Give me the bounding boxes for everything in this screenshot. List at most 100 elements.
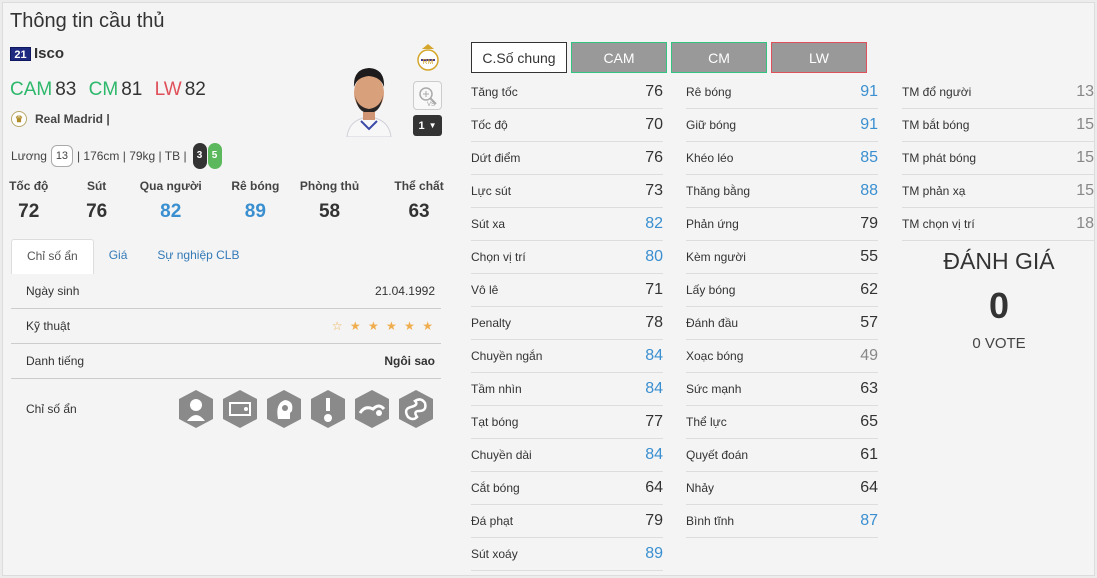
strong-foot: 5 <box>207 143 222 169</box>
main-stat-value: 58 <box>318 201 341 222</box>
name-row: 21 Isco <box>10 45 64 62</box>
compare-vs-icon: VS <box>418 86 437 107</box>
trait-icon[interactable] <box>265 389 303 429</box>
stat-value: 62 <box>860 281 878 298</box>
stat-label: Tốc độ <box>471 118 508 132</box>
season-badge: 21 <box>10 46 31 61</box>
stat-value: 64 <box>860 479 878 496</box>
position-label: CAM <box>10 79 53 100</box>
stat-label: Dứt điểm <box>471 151 521 165</box>
main-stat-value: 72 <box>18 201 40 222</box>
stat-label: Chuyền ngắn <box>471 349 543 363</box>
position-ovr: 82 <box>184 79 206 100</box>
stat-label: Sức mạnh <box>686 382 742 396</box>
tab-hidden-stats[interactable]: Chỉ số ẩn <box>11 239 94 274</box>
stat-row: Quyết đoán 61 <box>686 439 878 472</box>
stat-label: Xoạc bóng <box>686 349 744 363</box>
stat-row: Nhảy 64 <box>686 472 878 505</box>
stat-value: 80 <box>645 248 663 265</box>
stat-label: TM phát bóng <box>902 151 977 165</box>
stat-row: Penalty 78 <box>471 307 663 340</box>
stat-row: Lực sút 73 <box>471 175 663 208</box>
svg-text:VS: VS <box>427 102 435 107</box>
stat-value: 15 <box>1076 182 1094 199</box>
stat-value: 73 <box>645 182 663 199</box>
main-stat-ballcontrol: Rê bóng 89 <box>203 179 292 223</box>
stats-column-2: Rê bóng 91 Giữ bóng 91 Khéo léo 85 Thăng bằng 8… <box>686 76 878 538</box>
stat-value: 76 <box>645 83 663 100</box>
trait-icon[interactable] <box>309 389 347 429</box>
birth-label: Ngày sinh <box>26 284 80 298</box>
club-row: ♛ Real Madrid | <box>11 111 110 127</box>
stat-label: Kèm người <box>686 250 746 264</box>
stat-row: Rê bóng 91 <box>686 76 878 109</box>
position-ratings: CAM 83 CM 81 LW 82 <box>10 79 213 101</box>
hidden-traits-label: Chỉ số ẩn <box>26 402 77 416</box>
stat-label: Penalty <box>471 316 512 330</box>
tab-lw[interactable]: LW <box>771 42 867 73</box>
stat-row: Sức mạnh 63 <box>686 373 878 406</box>
physical-info: | 176cm | 79kg | TB | <box>76 149 187 163</box>
stat-label: Cắt bóng <box>471 481 520 495</box>
stat-row: Dứt điểm 76 <box>471 142 663 175</box>
page-title: Thông tin cầu thủ <box>10 10 165 32</box>
skill-label: Kỹ thuật <box>26 319 71 333</box>
trait-icon[interactable] <box>221 389 259 429</box>
stat-value: 15 <box>1076 149 1094 166</box>
trait-icon[interactable] <box>397 389 435 429</box>
detail-tab-body: Ngày sinh 21.04.1992 Kỹ thuật ☆ ★ ★ ★ ★ … <box>11 274 441 439</box>
stat-value: 70 <box>645 116 663 133</box>
tab-general-stats[interactable]: C.Số chung <box>471 42 567 73</box>
stat-value: 71 <box>645 281 663 298</box>
stat-row: Phản ứng 79 <box>686 208 878 241</box>
stat-row: TM phát bóng 15 <box>902 142 1094 175</box>
main-stat-label: Thể chất <box>394 179 444 193</box>
stat-row: Tạt bóng 77 <box>471 406 663 439</box>
stat-label: Vô lê <box>471 283 499 297</box>
stat-row: Đánh đầu 57 <box>686 307 878 340</box>
level-value: 1 <box>418 119 425 132</box>
stat-row: Thăng bằng 88 <box>686 175 878 208</box>
trait-icon[interactable] <box>177 389 215 429</box>
player-info-panel: Thông tin cầu thủ 21 Isco CAM 83 CM 81 LW 8… <box>2 2 1095 576</box>
stat-value: 79 <box>860 215 878 232</box>
tab-price[interactable]: Giá <box>94 239 143 274</box>
skill-stars: ☆ ★ ★ ★ ★ ★ <box>331 319 435 333</box>
stat-label: Bình tĩnh <box>686 514 735 528</box>
main-stat-label: Tốc độ <box>9 179 49 193</box>
stat-label: Thăng bằng <box>686 184 751 198</box>
stat-row: Lấy bóng 62 <box>686 274 878 307</box>
position-rating-cam: CAM 83 <box>10 79 76 100</box>
tab-cm[interactable]: CM <box>671 42 767 73</box>
club-logo-icon: RM <box>417 44 439 71</box>
main-stats: Tốc độ 72 Sút 76 Qua người 82 Rê bóng 89… <box>9 179 451 223</box>
main-stat-label: Phòng thủ <box>299 179 360 193</box>
position-ovr: 83 <box>55 79 77 100</box>
compare-button[interactable]: VS <box>413 81 442 110</box>
stat-label: TM phản xạ <box>902 184 966 198</box>
stat-value: 91 <box>860 116 878 133</box>
salary-badge: 13 <box>50 145 73 167</box>
stat-label: Nhảy <box>686 481 715 495</box>
stat-label: Đá phạt <box>471 514 514 528</box>
tab-cam[interactable]: CAM <box>571 42 667 73</box>
stat-label: Đánh đầu <box>686 316 739 330</box>
rating-box: ĐÁNH GIÁ 0 0 VOTE <box>903 248 1095 352</box>
stat-value: 49 <box>860 347 878 364</box>
upgrade-level-select[interactable]: 1 ▼ <box>413 115 442 136</box>
trait-icon[interactable] <box>353 389 391 429</box>
caret-down-icon: ▼ <box>428 121 437 130</box>
stats-column-1: Tăng tốc 76 Tốc độ 70 Dứt điểm 76 Lực sút 73 Sút… <box>471 76 663 571</box>
stat-label: Tăng tốc <box>471 85 518 99</box>
stat-row: TM bắt bóng 15 <box>902 109 1094 142</box>
stat-value: 64 <box>645 479 663 496</box>
stat-row: Đá phạt 79 <box>471 505 663 538</box>
main-stat-label: Qua người <box>139 179 202 193</box>
stat-label: TM đổ người <box>902 85 972 99</box>
stat-row: Xoạc bóng 49 <box>686 340 878 373</box>
stat-row: Khéo léo 85 <box>686 142 878 175</box>
position-rating-cm: CM 81 <box>89 79 143 100</box>
main-stat-label: Sút <box>86 179 107 193</box>
stat-value: 85 <box>860 149 878 166</box>
tab-club-career[interactable]: Sự nghiệp CLB <box>142 239 254 274</box>
